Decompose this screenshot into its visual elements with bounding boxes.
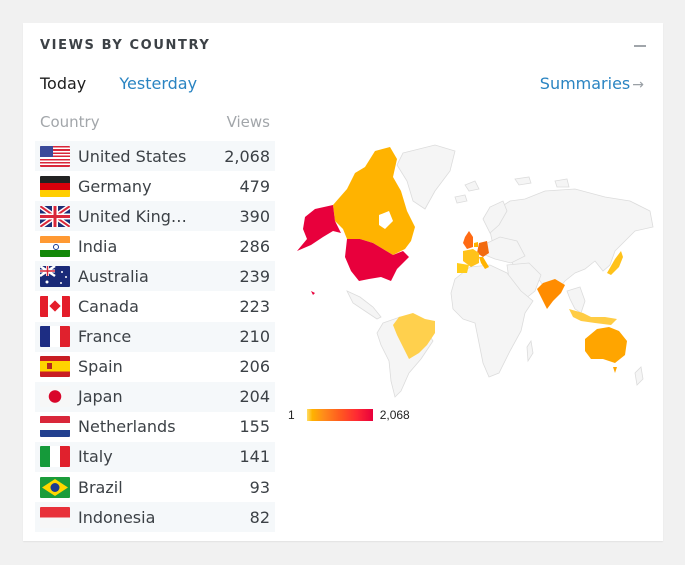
country-name: Spain [78,357,123,377]
table-row[interactable]: Brazil 93 [35,472,275,502]
country-views: 210 [239,327,270,347]
country-views: 223 [239,297,270,317]
country-views: 204 [239,387,270,407]
map-greenland[interactable] [396,144,456,210]
table-row[interactable]: Indonesia 82 [35,502,275,533]
country-name: France [78,327,132,347]
in-flag-icon [40,235,70,257]
tab-today[interactable]: Today [40,74,86,93]
period-tabs: Today Yesterday [40,74,225,93]
map-spain[interactable] [457,263,469,273]
country-views: 206 [239,357,270,377]
au-flag-icon [40,265,70,287]
table-row[interactable]: United King… 390 [35,201,275,232]
card-title: VIEWS BY COUNTRY [40,38,211,53]
country-views: 286 [239,236,270,256]
map-iceland[interactable] [454,194,468,204]
country-name: Brazil [78,477,123,497]
table-row[interactable]: France 210 [35,321,275,352]
world-map-svg [297,144,654,398]
country-views: 93 [249,477,270,497]
country-name: Germany [78,176,152,196]
country-views: 82 [249,507,270,527]
map-madagascar[interactable] [526,339,534,363]
country-views: 155 [239,417,270,437]
country-name: Canada [78,297,139,317]
table-row[interactable]: Japan 204 [35,381,275,412]
br-flag-icon [40,476,70,498]
map-france[interactable] [463,249,479,267]
map-tasmania[interactable] [613,367,617,373]
jp-flag-icon [40,386,70,408]
map-se-asia[interactable] [566,286,586,314]
table-row[interactable]: Canada 223 [35,291,275,321]
country-name: United States [78,146,187,166]
map-arctic-islands[interactable] [464,176,570,192]
country-name: India [78,236,118,256]
minus-icon[interactable] [634,45,646,47]
country-name: Australia [78,266,149,286]
country-name: Japan [78,387,123,407]
map-netherlands[interactable] [474,242,478,247]
table-row[interactable]: United States 2,068 [35,141,275,172]
country-name: Netherlands [78,417,176,437]
legend-max: 2,068 [379,408,410,422]
id-flag-icon [40,506,70,528]
map-india[interactable] [537,279,565,309]
ca-flag-icon [40,296,70,318]
es-flag-icon [40,356,70,378]
us-flag-icon [40,145,70,167]
world-map[interactable] [285,141,660,401]
header-views: Views [226,113,270,131]
it-flag-icon [40,446,70,468]
country-table: Country Views United States 2,068 Germany 4… [35,113,275,533]
table-row[interactable]: Italy 141 [35,441,275,473]
country-views: 390 [239,206,270,226]
summaries-link[interactable]: Summaries → [540,74,644,93]
map-australia[interactable] [585,327,627,363]
tab-yesterday[interactable]: Yesterday [119,74,197,93]
table-row[interactable]: Netherlands 155 [35,412,275,442]
table-row[interactable]: Australia 239 [35,261,275,292]
views-by-country-card: VIEWS BY COUNTRY Today Yesterday Summari… [23,23,663,541]
map-legend: 1 2,068 [288,407,410,423]
header-country: Country [40,113,100,131]
country-name: Italy [78,447,113,467]
country-views: 479 [239,176,270,196]
de-flag-icon [40,175,70,197]
table-row[interactable]: Germany 479 [35,171,275,201]
fr-flag-icon [40,326,70,348]
arrow-right-icon: → [632,77,644,93]
country-views: 2,068 [224,146,270,166]
country-name: United King… [78,206,187,226]
nl-flag-icon [40,416,70,438]
country-views: 239 [239,266,270,286]
table-header: Country Views [35,113,275,141]
map-uk[interactable] [463,231,473,249]
gb-flag-icon [40,205,70,227]
map-indonesia[interactable] [569,309,617,325]
country-name: Indonesia [78,507,156,527]
country-views: 141 [239,447,270,467]
legend-color-scale [306,409,373,421]
summaries-label: Summaries [539,74,631,93]
map-central-america[interactable] [346,290,382,320]
map-new-zealand[interactable] [634,366,644,386]
map-hawaii[interactable] [311,291,315,295]
table-row[interactable]: India 286 [35,231,275,261]
legend-min: 1 [288,408,295,422]
table-row[interactable]: Spain 206 [35,352,275,382]
